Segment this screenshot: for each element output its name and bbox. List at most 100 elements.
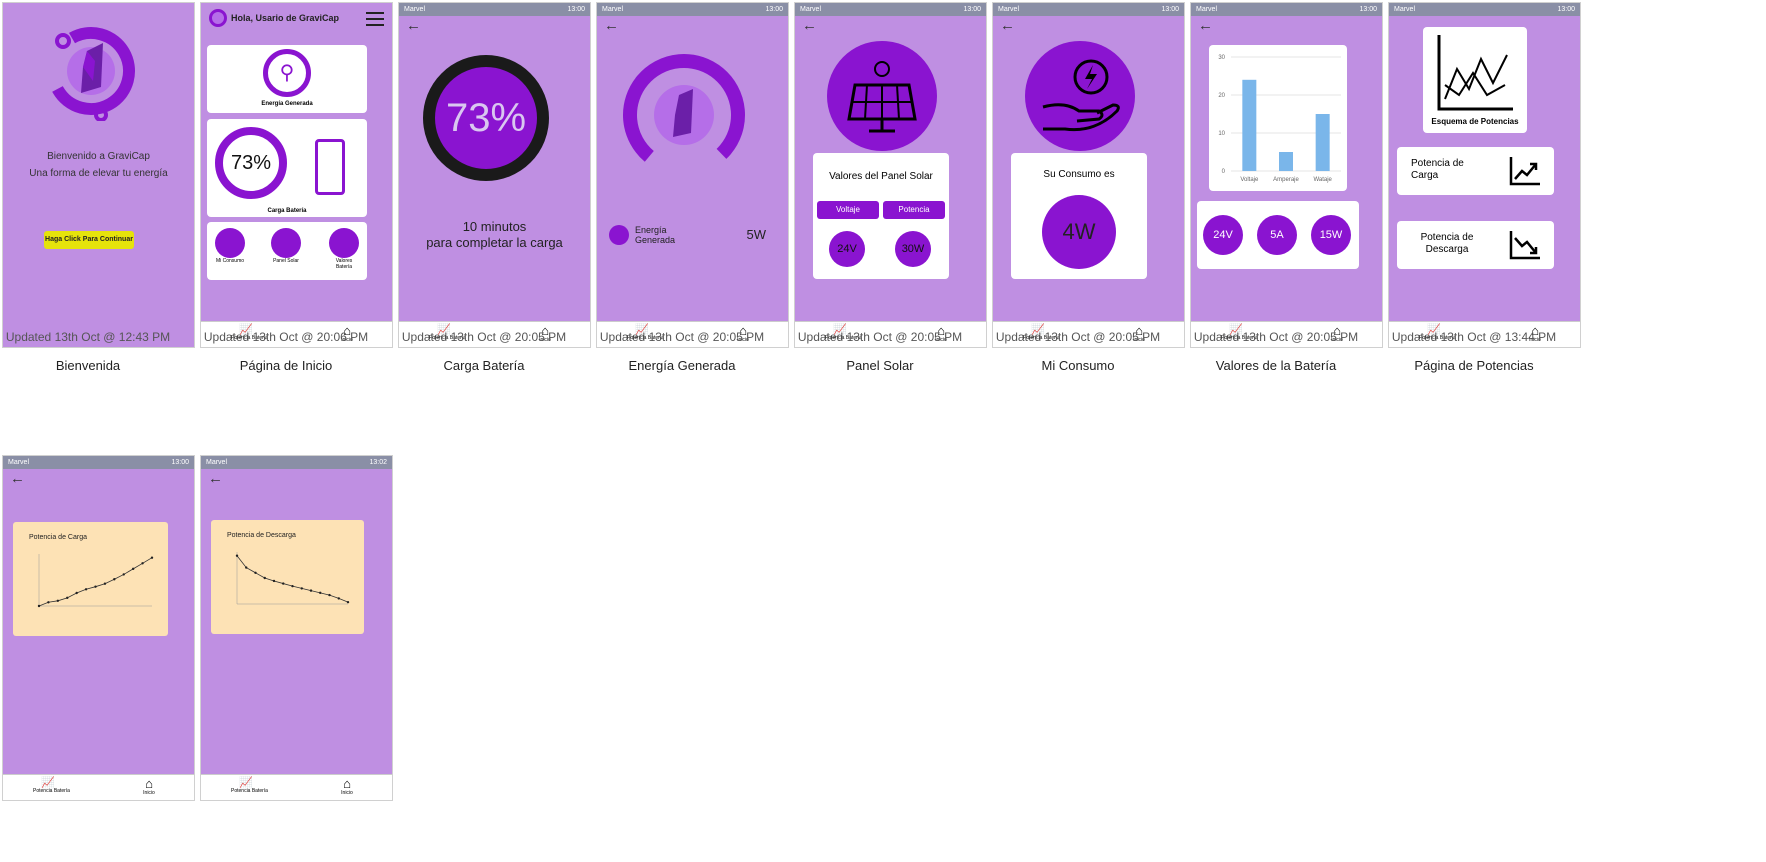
solar-panel-icon [847,61,917,133]
esquema-card[interactable]: Esquema de Potencias [1423,27,1527,133]
status-bar: Marvel 13:00 [1191,3,1382,16]
battery-volt: 24V [1203,215,1243,255]
bar [1279,152,1293,171]
data-point [141,562,144,565]
voltaje-button[interactable]: Voltaje [817,201,879,219]
solar-heading: Valores del Panel Solar [829,171,933,182]
energy-value: 5W [746,227,767,242]
bar [1242,79,1257,171]
trend-up-icon [1509,157,1540,186]
screen-consumo[interactable]: Marvel 13:00 ← Su Consumo es 4W 📈 Potencia… [992,2,1185,348]
bottom-nav: 📈 Potencia Batería ⌂ Inicio [3,774,194,800]
screen-energia[interactable]: Marvel 13:00 ← Energía Generada 5W 📈 Poten… [596,2,789,348]
status-bar: Marvel 13:00 [795,3,986,16]
bottom-nav: 📈 Potencia Batería ⌂ Inicio [201,774,392,800]
y-tick-label: 20 [1218,93,1225,99]
gravicap-logo [46,26,135,121]
screen-valores-bateria[interactable]: Marvel 13:00 ← 30 20 10 0 Voltaje Amperaje Wata… [1190,2,1383,348]
screen-panel-solar[interactable]: Marvel 13:00 ← Valores del Panel Solar Vo… [794,2,987,348]
menu-icon[interactable] [366,12,384,26]
back-arrow-icon[interactable]: ← [406,17,421,34]
data-point [300,587,303,590]
data-point [150,556,154,559]
data-point [291,584,294,588]
energy-card[interactable]: ⚲ Energía Generada [207,45,367,113]
tile-bateria[interactable]: Valores Batería [327,228,361,270]
descarga-chart-card: Potencia de Descarga [211,520,364,634]
screen-potencia-carga[interactable]: Marvel 13:00 ← Potencia de Carga 📈 Potenci… [2,455,195,801]
bulb-icon: ⚲ [263,49,311,97]
back-arrow-icon[interactable]: ← [1000,17,1015,34]
charge-circle: 73% [423,55,549,181]
nav-inicio[interactable]: ⌂ Inicio [134,776,164,797]
status-bar: Marvel 13:00 [3,456,194,469]
status-bar: Marvel 13:00 [597,3,788,16]
welcome-line1: Bienvenido a GraviCap [47,151,150,162]
consumo-heading: Su Consumo es [1043,169,1115,180]
back-arrow-icon[interactable]: ← [802,17,817,34]
bar [1315,114,1330,171]
data-point [309,589,313,592]
data-point [103,582,107,585]
back-arrow-icon[interactable]: ← [604,17,619,34]
back-arrow-icon[interactable]: ← [10,470,25,487]
carga-label: Potencia de Carga [1411,158,1464,181]
status-bar: Marvel 13:00 [1389,3,1580,16]
nav-potencia[interactable]: 📈 Potencia Batería [33,777,70,794]
caption-energia: Updated 13th Oct @ 20:05 PM Energía Gener… [599,330,765,373]
data-point [245,566,248,569]
screen-carga[interactable]: Marvel 13:00 ← 73% 10 minutos para comple… [398,2,591,348]
back-arrow-icon[interactable]: ← [1198,17,1213,34]
descarga-line-chart [235,552,350,605]
consumo-icon [215,228,245,258]
caption-panel: Updated 13th Oct @ 20:05 PM Panel Solar [797,330,963,373]
tile-consumo[interactable]: Mi Consumo [213,228,247,264]
nav-inicio[interactable]: ⌂ Inicio [332,777,362,797]
carga-card[interactable]: Potencia de Carga [1397,147,1554,195]
nav-potencia[interactable]: 📈 Potencia Batería [231,777,268,794]
status-bar: Marvel 13:02 [201,456,392,469]
screen-inicio[interactable]: Hola, Usario de GraviCap ⚲ Energía Gener… [200,2,393,348]
screen-bienvenida[interactable]: Bienvenido a GraviCap Una forma de eleva… [2,2,195,348]
energy-label: Energía Generada [261,101,313,107]
continue-button[interactable]: Haga Click Para Continuar [44,231,134,249]
data-point [66,596,69,600]
screen-potencia-descarga[interactable]: Marvel 13:02 ← Potencia de Descarga 📈 Pote… [200,455,393,801]
potencia-button[interactable]: Potencia [883,201,945,219]
data-point [56,599,60,602]
tile-panel[interactable]: Panel Solar [269,228,303,264]
carga-line-chart [37,554,154,608]
welcome-line2: Una forma de elevar tu energía [29,168,168,179]
screen-potencias[interactable]: Marvel 13:00 Esquema de Potencias Potenci… [1388,2,1581,348]
data-point [282,582,285,585]
caption-carga: Updated 13th Oct @ 20:05 PM Carga Batería [401,330,567,373]
hand-bolt-icon [1042,59,1120,132]
data-point [113,578,116,581]
data-point [328,593,331,597]
x-tick-label: Amperaje [1273,177,1299,183]
esquema-label: Esquema de Potencias [1431,117,1519,126]
data-point [254,571,257,574]
x-tick-label: Voltaje [1240,177,1259,183]
battery-pct-circle: 73% [215,127,287,199]
y-tick-label: 0 [1222,169,1226,175]
status-bar: Marvel 13:00 [399,3,590,16]
header-logo-icon [209,9,227,27]
battery-icon [315,139,345,195]
data-point [263,576,266,580]
data-point [337,597,340,600]
battery-values-card: 24V 5A 15W [1197,201,1359,269]
data-point [272,579,276,583]
descarga-card[interactable]: Potencia de Descarga [1397,221,1554,269]
battery-card[interactable]: 73% Carga Batería [207,119,367,217]
back-arrow-icon[interactable]: ← [208,470,223,487]
y-tick-label: 10 [1218,131,1225,137]
home-icon: ⌂ [145,776,153,791]
consumo-card: Su Consumo es 4W [1011,153,1147,279]
status-bar: Marvel 13:00 [993,3,1184,16]
data-point [94,585,97,588]
battery-watt: 15W [1311,215,1351,255]
battery-bar-chart: 30 20 10 0 Voltaje Amperaje Wataje [1218,55,1341,183]
volt-value: 24V [829,231,865,267]
caption-bienvenida: Updated 13th Oct @ 12:43 PM Bienvenida [5,330,171,373]
